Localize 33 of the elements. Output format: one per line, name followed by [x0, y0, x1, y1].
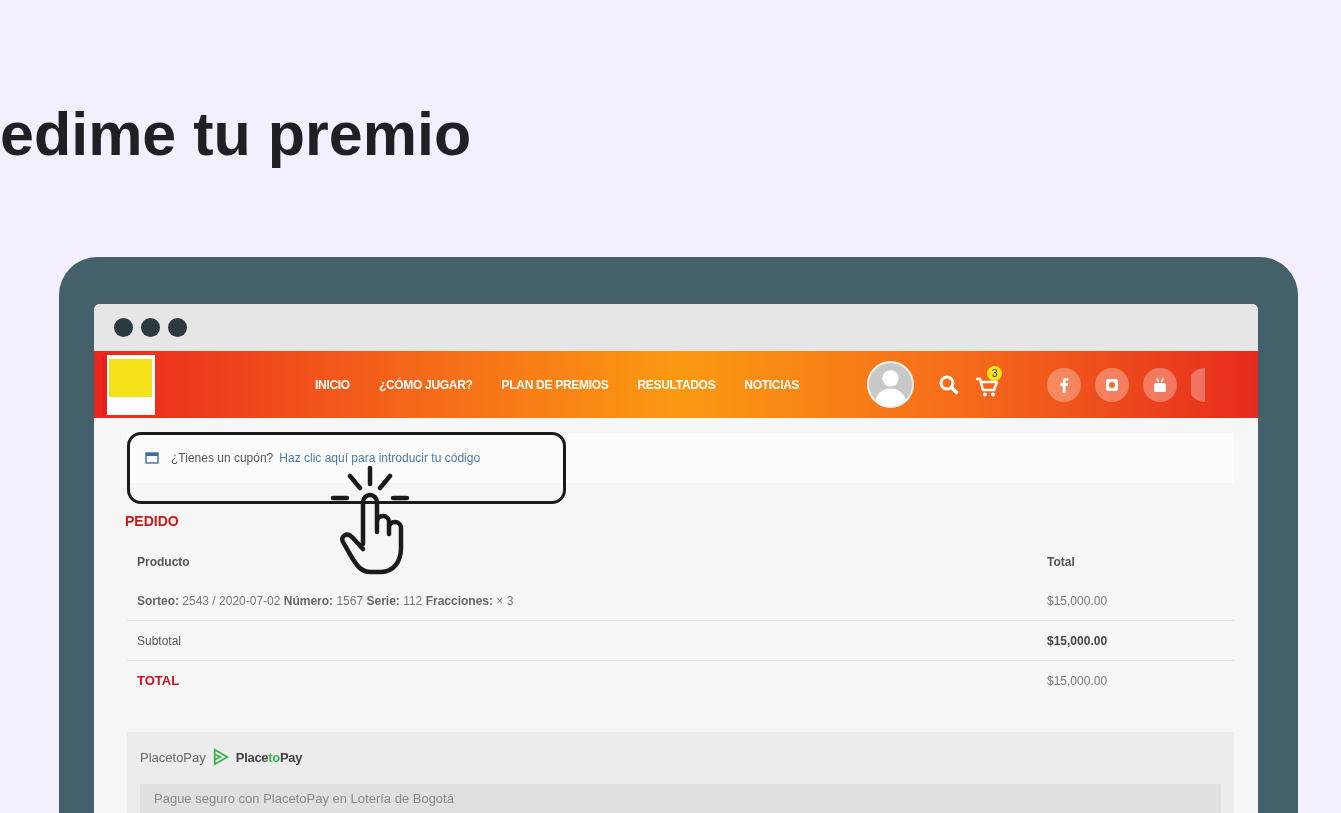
nav-link[interactable]: ¿CÓMO JUGAR?	[378, 377, 473, 392]
lottery-logo[interactable]	[102, 354, 155, 415]
coupon-link[interactable]: Haz clic aquí para introducir tu código	[279, 451, 481, 465]
amount-cell-text: $15,000.00	[1047, 633, 1109, 648]
window-icon	[145, 452, 159, 464]
play-arrows-icon	[211, 748, 230, 766]
payment-notice: Pague seguro con PlacetoPay en Lotería de Bogotá	[154, 791, 454, 806]
cart-count-badge: 3	[987, 365, 1003, 381]
nav-link[interactable]: INICIO	[315, 377, 350, 392]
nav-link[interactable]: NOTICIAS	[744, 377, 800, 392]
order-title: PEDIDO	[125, 513, 180, 531]
window-dot	[168, 318, 187, 337]
cart-icon[interactable]	[975, 376, 1000, 397]
camera-icon[interactable]	[1095, 367, 1130, 402]
payment-logo-text: PlacetoPay	[235, 749, 303, 765]
window-dot	[114, 318, 133, 337]
payment-method-label: PlacetoPay	[140, 749, 206, 765]
subtotal-label: Subtotal	[137, 633, 183, 648]
nav-link[interactable]: PLAN DE PREMIOS	[501, 377, 609, 392]
facebook-icon[interactable]	[1047, 367, 1082, 402]
nav-link[interactable]: RESULTADOS	[637, 377, 716, 392]
amount-cell-text: $15,000.00	[1047, 673, 1109, 688]
coupon-prompt: ¿Tienes un cupón?	[171, 451, 274, 465]
avatar-icon[interactable]	[867, 361, 915, 408]
total-label: TOTAL	[137, 673, 181, 688]
search-icon[interactable]	[939, 374, 960, 395]
column-header: Producto	[137, 555, 191, 569]
page-heading: edime tu premio	[0, 99, 473, 170]
amount-cell-text: $15,000.00	[1047, 593, 1109, 608]
column-header: Total	[1047, 555, 1076, 569]
window-dot	[141, 318, 160, 337]
youtube-icon[interactable]	[1143, 367, 1178, 402]
order-item-cell-text: Sorteo: 2543 / 2020-07-02 Número: 1567 Serie: 112 Fracciones: × 3	[137, 593, 515, 608]
